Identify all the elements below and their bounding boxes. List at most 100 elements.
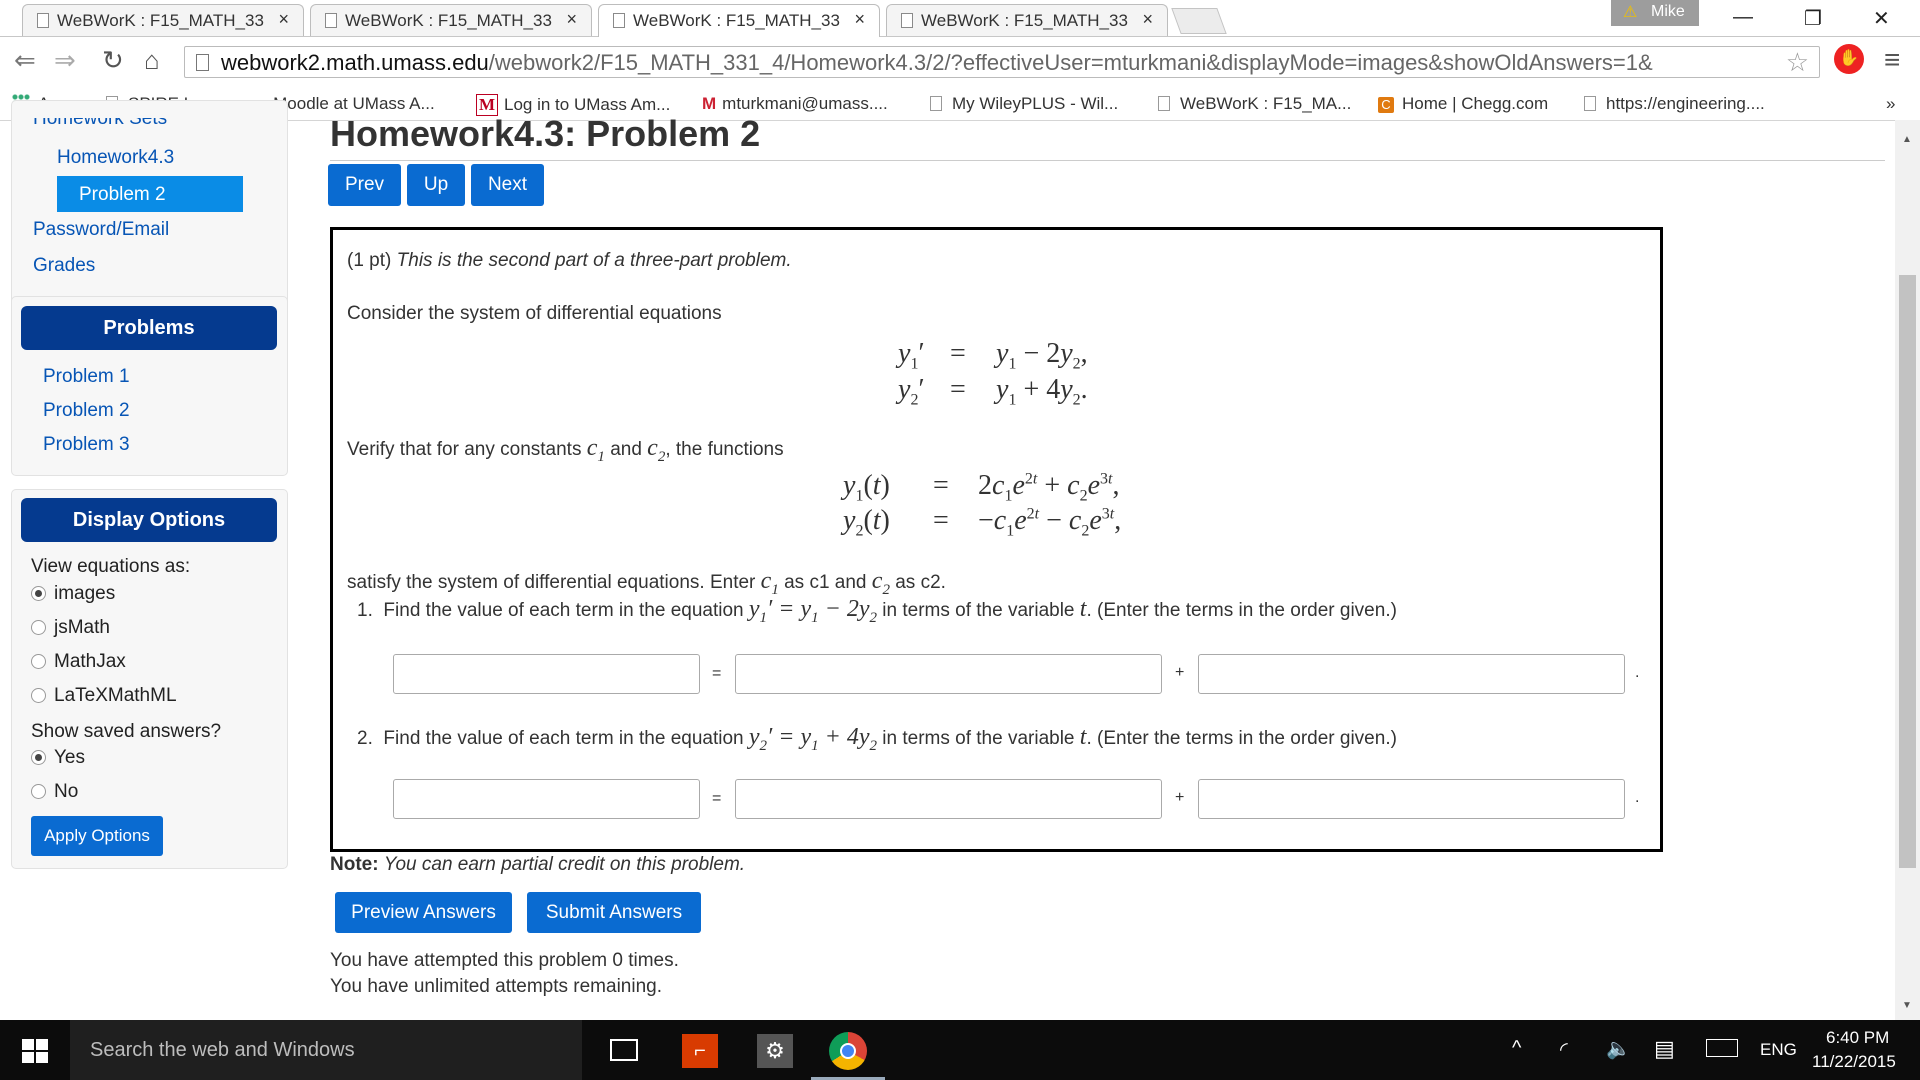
- radio-button-icon[interactable]: [31, 750, 46, 765]
- radio-button-icon[interactable]: [31, 620, 46, 635]
- extension-hand-icon[interactable]: ✋: [1834, 44, 1864, 74]
- radio-latexmathml[interactable]: LaTeXMathML: [31, 685, 177, 707]
- clock-date[interactable]: 11/22/2015: [1812, 1052, 1896, 1072]
- q2-answer-term1-input[interactable]: [735, 779, 1162, 819]
- close-window-icon[interactable]: ✕: [1873, 6, 1890, 31]
- problem-2-link[interactable]: Problem 2: [43, 400, 130, 422]
- page-icon: [37, 13, 49, 28]
- action-center-icon[interactable]: ▤: [1654, 1036, 1675, 1062]
- reload-icon[interactable]: ↻: [102, 45, 124, 76]
- browser-tab-2[interactable]: WeBWorK : F15_MATH_33 ×: [310, 4, 592, 36]
- show-saved-label: Show saved answers?: [31, 721, 222, 742]
- q2-answer-lhs-input[interactable]: [393, 779, 700, 819]
- windows-start-icon[interactable]: [22, 1039, 48, 1063]
- browser-tab-1[interactable]: WeBWorK : F15_MATH_33 ×: [22, 4, 304, 36]
- problem-3-link[interactable]: Problem 3: [43, 434, 130, 456]
- new-tab-button[interactable]: [1171, 8, 1227, 34]
- warning-icon: ⚠: [1623, 4, 1638, 21]
- umass-m-icon: M: [476, 94, 498, 116]
- q1-equation: y1′ = y1 − 2y2: [748, 596, 878, 626]
- restore-icon[interactable]: ❐: [1804, 6, 1822, 31]
- bookmark-mail[interactable]: Mmturkmani@umass....: [702, 94, 888, 114]
- radio-jsmath[interactable]: jsMath: [31, 617, 110, 639]
- bookmark-star-icon[interactable]: ☆: [1786, 47, 1809, 78]
- close-tab-icon[interactable]: ×: [566, 9, 577, 30]
- minimize-icon[interactable]: —: [1733, 6, 1753, 29]
- home-icon[interactable]: ⌂: [144, 45, 160, 76]
- prev-button[interactable]: Prev: [328, 164, 401, 206]
- up-button[interactable]: Up: [407, 164, 465, 206]
- wifi-icon[interactable]: ◜: [1560, 1037, 1568, 1062]
- radio-mathjax[interactable]: MathJax: [31, 651, 126, 673]
- view-equations-label: View equations as:: [31, 556, 191, 577]
- page-scrollbar[interactable]: ▲ ▼: [1895, 120, 1920, 1020]
- search-placeholder: Search the web and Windows: [90, 1039, 355, 1061]
- task-view-icon[interactable]: [610, 1039, 638, 1061]
- q1-answer-lhs-input[interactable]: [393, 654, 700, 694]
- plus-sign: +: [1175, 789, 1185, 806]
- radio-button-icon[interactable]: [31, 784, 46, 799]
- apply-options-button[interactable]: Apply Options: [31, 816, 163, 856]
- close-tab-icon[interactable]: ×: [1142, 9, 1153, 30]
- submit-answers-button[interactable]: Submit Answers: [527, 892, 701, 933]
- password-email-link[interactable]: Password/Email: [33, 219, 169, 241]
- satisfy-as2: as c2.: [895, 572, 946, 593]
- page-icon: [930, 96, 942, 111]
- question-number: 2.: [357, 728, 373, 749]
- scroll-down-arrow-icon[interactable]: ▼: [1902, 1000, 1912, 1011]
- problem-1-link[interactable]: Problem 1: [43, 366, 130, 388]
- close-tab-icon[interactable]: ×: [854, 9, 865, 30]
- page-icon: [325, 13, 337, 28]
- radio-button-icon[interactable]: [31, 586, 46, 601]
- back-arrow-icon[interactable]: ⇐: [14, 45, 36, 76]
- q1-answer-term2-input[interactable]: [1198, 654, 1625, 694]
- bookmarks-overflow-icon[interactable]: »: [1886, 94, 1895, 114]
- settings-gear-icon[interactable]: ⚙: [757, 1034, 793, 1068]
- url-text: webwork2.math.umass.edu/webwork2/F15_MAT…: [221, 50, 1761, 76]
- bookmark-webwork[interactable]: WeBWorK : F15_MA...: [1158, 94, 1351, 114]
- bookmark-umass-login[interactable]: M Log in to UMass Am...: [476, 94, 670, 116]
- equals-sign: =: [712, 790, 722, 807]
- search-box[interactable]: Search the web and Windows: [70, 1020, 582, 1080]
- scrollbar-thumb[interactable]: [1899, 275, 1916, 868]
- bookmark-engineering[interactable]: https://engineering....: [1584, 94, 1765, 114]
- clock-time[interactable]: 6:40 PM: [1826, 1028, 1889, 1048]
- menu-icon[interactable]: ≡: [1884, 44, 1900, 76]
- bookmark-chegg[interactable]: C Home | Chegg.com: [1378, 94, 1548, 114]
- attempts-text: You have attempted this problem 0 times.: [330, 950, 679, 971]
- browser-tab-3-active[interactable]: WeBWorK : F15_MATH_33 ×: [598, 4, 880, 37]
- address-bar[interactable]: webwork2.math.umass.edu/webwork2/F15_MAT…: [184, 46, 1820, 78]
- browser-tab-4[interactable]: WeBWorK : F15_MATH_33 ×: [886, 4, 1168, 36]
- homework-set-link[interactable]: Homework4.3: [57, 147, 174, 169]
- sidebar: Homework Sets Homework4.3 Problem 2 Pass…: [0, 100, 295, 1020]
- question-number: 1.: [357, 600, 373, 621]
- preview-answers-button[interactable]: Preview Answers: [335, 892, 512, 933]
- close-tab-icon[interactable]: ×: [278, 9, 289, 30]
- radio-button-icon[interactable]: [31, 654, 46, 669]
- period-mark: .: [1635, 664, 1640, 681]
- profile-badge[interactable]: ⚠ Mike: [1611, 0, 1699, 26]
- office-app-icon[interactable]: ⌐: [682, 1034, 718, 1068]
- keyboard-icon[interactable]: [1706, 1039, 1738, 1057]
- current-problem-item[interactable]: Problem 2: [57, 176, 243, 212]
- bookmark-label: My WileyPLUS - Wil...: [952, 94, 1119, 113]
- bookmark-label: Log in to UMass Am...: [504, 95, 671, 114]
- forward-arrow-icon[interactable]: ⇒: [54, 45, 76, 76]
- radio-no[interactable]: No: [31, 781, 78, 803]
- radio-button-icon[interactable]: [31, 688, 46, 703]
- next-button[interactable]: Next: [471, 164, 544, 206]
- bookmark-wileyplus[interactable]: My WileyPLUS - Wil...: [930, 94, 1118, 114]
- radio-yes[interactable]: Yes: [31, 747, 85, 769]
- chrome-icon[interactable]: [829, 1032, 867, 1070]
- url-host: webwork2.math.umass.edu: [221, 50, 489, 75]
- question-1: 1. Find the value of each term in the eq…: [357, 596, 1397, 627]
- grades-link[interactable]: Grades: [33, 255, 95, 277]
- show-hidden-icons-chevron-icon[interactable]: ^: [1512, 1037, 1521, 1060]
- q2-answer-term2-input[interactable]: [1198, 779, 1625, 819]
- scroll-up-arrow-icon[interactable]: ▲: [1902, 134, 1912, 145]
- language-indicator[interactable]: ENG: [1760, 1040, 1797, 1060]
- radio-images[interactable]: images: [31, 583, 115, 605]
- q1-answer-term1-input[interactable]: [735, 654, 1162, 694]
- volume-icon[interactable]: 🔈: [1606, 1036, 1631, 1061]
- url-path: /webwork2/F15_MATH_331_4/Homework4.3/2/?…: [488, 50, 1653, 75]
